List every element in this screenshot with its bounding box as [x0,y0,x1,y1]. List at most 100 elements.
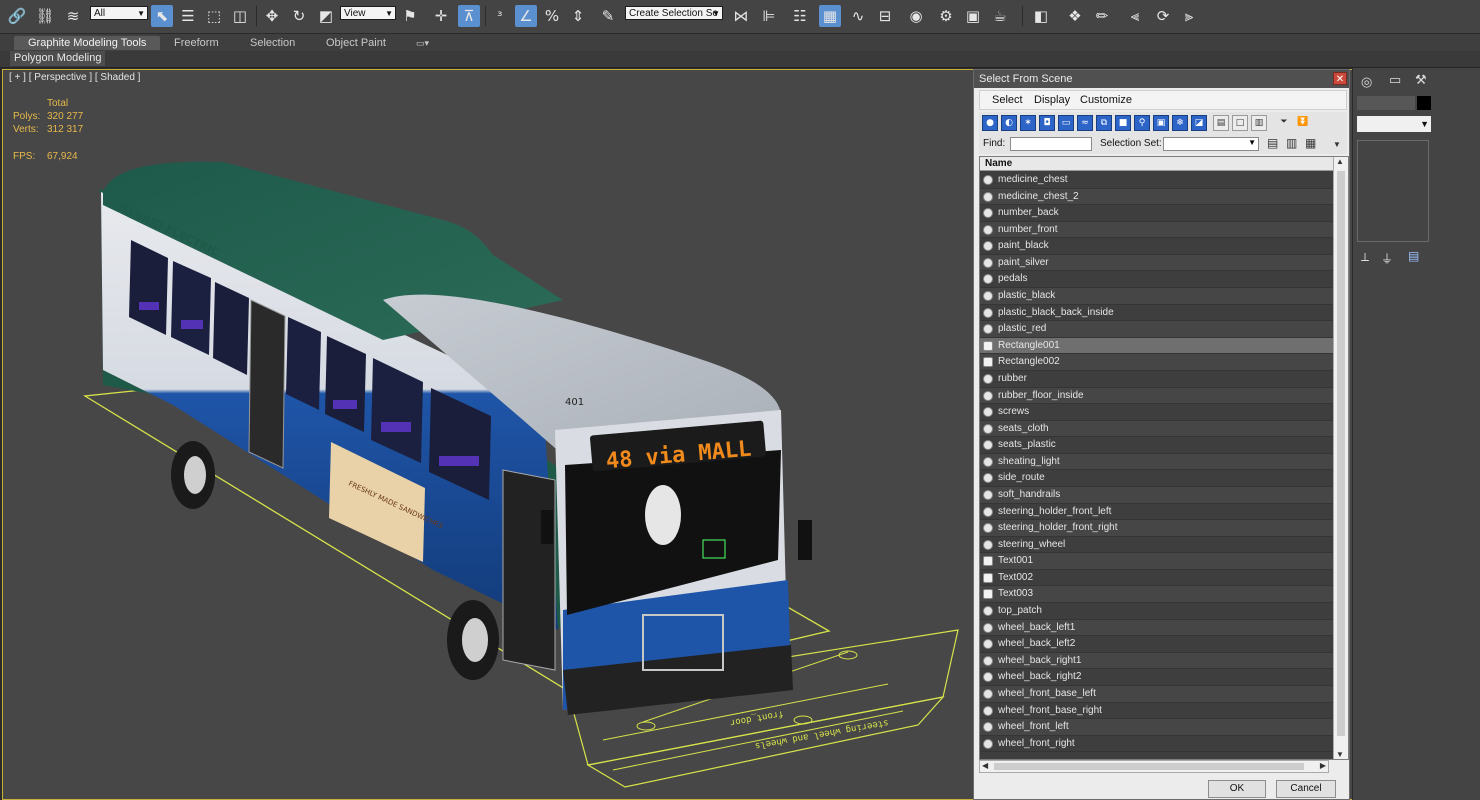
list-item[interactable]: seats_cloth [980,420,1334,438]
find-input[interactable] [1010,137,1092,151]
dialog-title-bar[interactable]: Select From Scene ✕ [974,70,1349,88]
motion-icon[interactable]: ◎ [1361,74,1379,90]
filter-space-warps-icon[interactable]: ≈ [1077,115,1093,131]
selection-filter-dropdown[interactable]: All ▼ [90,6,148,20]
keyboard-shortcut-override-icon[interactable]: ⊼ [458,5,480,27]
scale-icon[interactable]: ◩ [315,5,337,27]
filter-options-icon[interactable]: ⏬ [1295,115,1311,131]
object-color-swatch[interactable] [1417,96,1431,110]
tab-graphite-modeling-tools[interactable]: Graphite Modeling Tools [14,36,161,50]
object-name-field[interactable] [1357,96,1415,110]
filter-geometry-icon[interactable]: ● [982,115,998,131]
snaps-toggle-icon[interactable]: ᶟ [489,5,511,27]
filter-lights-icon[interactable]: ✶ [1020,115,1036,131]
filter-helpers-icon[interactable]: ▭ [1058,115,1074,131]
list-item[interactable]: plastic_red [980,321,1334,338]
align-icon[interactable]: ⊫ [758,5,780,27]
list-item[interactable]: steering_wheel [980,536,1334,554]
list-item[interactable]: sheating_light [980,453,1334,471]
list-item[interactable]: wheel_back_left2 [980,636,1334,653]
display-all-icon[interactable]: ▤ [1213,115,1229,131]
list-item[interactable]: number_front [980,221,1334,239]
list-item[interactable]: wheel_front_left [980,719,1334,736]
list-item[interactable]: paint_black [980,238,1334,255]
panel-polygon-modeling[interactable]: Polygon Modeling [10,51,106,66]
material-editor-icon[interactable]: ◉ [905,5,927,27]
filter-bones-icon[interactable]: ⚲ [1134,115,1150,131]
configure-modifier-sets-icon[interactable]: ▤ [1408,249,1419,263]
tab-freeform[interactable]: Freeform [174,36,219,50]
list-item[interactable]: side_route [980,470,1334,487]
filter-xrefs-icon[interactable]: ■ [1115,115,1131,131]
link-icon[interactable]: 🔗 [6,5,28,27]
menu-display[interactable]: Display [1034,94,1070,106]
populate-icon[interactable]: ❖ [1064,5,1086,27]
list-item[interactable]: Text002 [980,569,1334,587]
pivot-center-icon[interactable]: ⚑ [399,5,421,27]
list-vertical-scrollbar[interactable]: ▲ ▼ [1333,157,1348,759]
display-none-icon[interactable]: □ [1232,115,1248,131]
list-item[interactable]: plastic_black_back_inside [980,304,1334,322]
cancel-button[interactable]: Cancel [1276,780,1336,798]
expand-options-icon[interactable]: ▼ [1333,140,1341,149]
modifier-stack[interactable] [1357,140,1429,242]
move-icon[interactable]: ✥ [261,5,283,27]
list-item[interactable]: rubber [980,370,1334,388]
brush-icon[interactable]: ✏ [1091,5,1113,27]
list-item[interactable]: steering_holder_front_right [980,520,1334,537]
display-invert-icon[interactable]: ▥ [1251,115,1267,131]
container-lock-icon[interactable]: ⫸ [1178,5,1200,27]
display-icon[interactable]: ▭ [1389,72,1407,88]
list-item[interactable]: Rectangle001 [980,337,1334,355]
select-manipulate-icon[interactable]: ✛ [430,5,452,27]
schematic-view-icon[interactable]: ⊟ [874,5,896,27]
unlink-icon[interactable]: ⛓ [34,5,56,27]
tab-object-paint[interactable]: Object Paint [326,36,386,50]
angle-snap-icon[interactable]: ∠ [515,5,537,27]
render-setup-icon[interactable]: ⚙ [935,5,957,27]
column-header-name[interactable]: Name [980,157,1334,171]
filter-frozen-icon[interactable]: ❄ [1172,115,1188,131]
ribbon-options-icon[interactable]: ▭▾ [416,36,429,50]
filter-groups-icon[interactable]: ⧉ [1096,115,1112,131]
menu-select[interactable]: Select [992,94,1023,106]
filter-hidden-icon[interactable]: ◪ [1191,115,1207,131]
filter-shapes-icon[interactable]: ◐ [1001,115,1017,131]
list-item[interactable]: number_back [980,205,1334,222]
sync-selection-icon[interactable]: ▦ [1305,136,1316,150]
rotate-icon[interactable]: ↻ [288,5,310,27]
tab-selection[interactable]: Selection [250,36,295,50]
render-teapot-icon[interactable]: ☕ [989,5,1011,27]
list-item[interactable]: wheel_front_base_left [980,685,1334,703]
edit-named-selection-icon[interactable]: ✎ [597,5,619,27]
list-item[interactable]: pedals [980,271,1334,289]
curve-editor-icon[interactable]: ∿ [847,5,869,27]
viewport-layout-icon[interactable]: ◧ [1030,5,1052,27]
modifier-list-dropdown[interactable]: ▼ [1357,116,1431,132]
list-item[interactable]: wheel_back_right1 [980,652,1334,670]
list-item[interactable]: plastic_black [980,288,1334,305]
filter-cameras-icon[interactable]: ◘ [1039,115,1055,131]
list-item[interactable]: wheel_back_left1 [980,619,1334,637]
list-item[interactable]: steering_holder_front_left [980,503,1334,521]
list-item[interactable]: soft_handrails [980,486,1334,504]
bus-model[interactable]: FRESHLY MADE SANDWICHES HYBRID ELECTRIC … [99,161,812,715]
list-item[interactable]: medicine_chest_2 [980,188,1334,206]
pin-stack-icon[interactable]: ⟂ [1361,250,1369,265]
list-horizontal-scrollbar[interactable]: ◀ ▶ [979,760,1329,773]
container-refresh-icon[interactable]: ⟳ [1152,5,1174,27]
rectangular-selection-icon[interactable]: ⬚ [203,5,225,27]
list-item[interactable]: Text003 [980,586,1334,604]
list-item[interactable]: medicine_chest [980,172,1334,189]
selection-set-dropdown[interactable]: ▼ [1163,137,1259,151]
bind-space-warp-icon[interactable]: ≋ [62,5,84,27]
named-selection-dropdown[interactable]: Create Selection Se ▼ [625,6,723,20]
list-item[interactable]: wheel_back_right2 [980,669,1334,686]
select-object-icon[interactable]: ⬉ [151,5,173,27]
filter-containers-icon[interactable]: ▣ [1153,115,1169,131]
select-subtree-icon[interactable]: ▤ [1267,136,1278,150]
window-crossing-icon[interactable]: ◫ [229,5,251,27]
reference-coordinate-dropdown[interactable]: View ▼ [340,6,396,20]
list-item[interactable]: Text001 [980,553,1334,570]
ok-button[interactable]: OK [1208,780,1266,798]
